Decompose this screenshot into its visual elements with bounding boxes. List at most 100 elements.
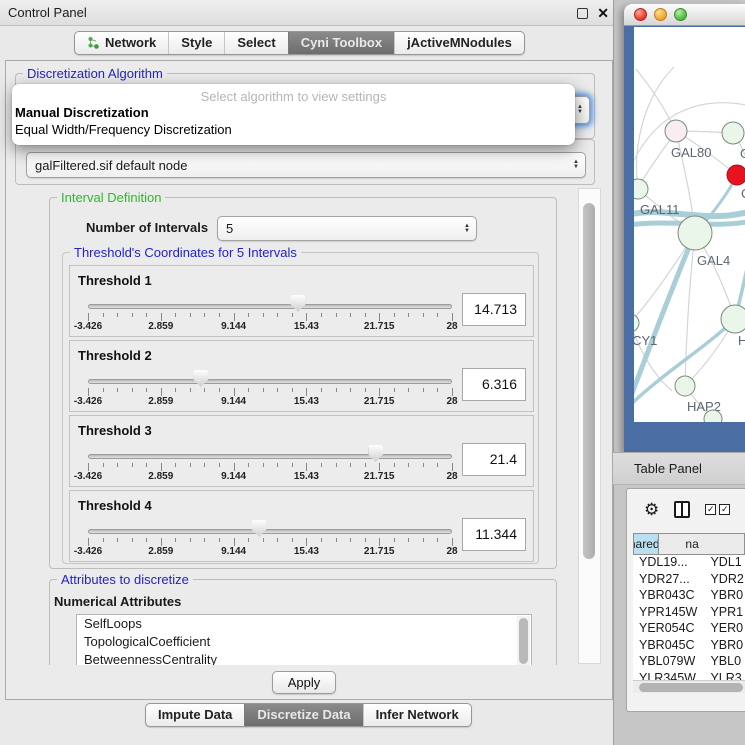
network-view-window: GAL80GACGAL11GAL4GCY1HHAP2	[624, 4, 745, 452]
table-data-group: Table Data galFiltered.sif default node …	[15, 139, 595, 185]
node-table: shared... na YDL19...YDL1YDR27...YDR2YBR…	[633, 533, 745, 711]
settings-scroll-area: Interval Definition Number of Intervals …	[15, 187, 579, 665]
network-node-label: H	[738, 333, 745, 348]
threshold-label: Threshold 3	[78, 423, 152, 438]
group-title-attributes: Attributes to discretize	[57, 572, 193, 587]
slider-track[interactable]	[88, 379, 452, 384]
numerical-attributes-list[interactable]: SelfLoopsTopologicalCoefficientBetweenne…	[76, 614, 532, 665]
tab-label: Style	[181, 35, 212, 50]
panel-scrollbar[interactable]	[578, 188, 601, 664]
tab-cyni-toolbox[interactable]: Cyni Toolbox	[288, 32, 394, 54]
tab-label: Discretize Data	[257, 707, 350, 722]
close-traffic-light-icon[interactable]	[634, 8, 647, 21]
slider-tick-labels: -3.4262.8599.14415.4321.71528	[88, 546, 452, 558]
table-row[interactable]: YPR145WYPR1	[633, 605, 745, 622]
popup-item[interactable]: Manual Discretization	[12, 105, 575, 122]
table-row[interactable]: YER054CYER0	[633, 621, 745, 638]
zoom-traffic-light-icon[interactable]	[674, 8, 687, 21]
float-window-icon[interactable]	[577, 8, 588, 19]
slider-track[interactable]	[88, 454, 452, 459]
tab-style[interactable]: Style	[168, 32, 224, 54]
apply-button[interactable]: Apply	[272, 671, 336, 694]
network-graph: GAL80GACGAL11GAL4GCY1HHAP2	[634, 27, 745, 422]
table-header-row: shared... na	[633, 533, 745, 555]
tab-label: Select	[237, 35, 275, 50]
num-intervals-value: 5	[226, 221, 233, 236]
table-row[interactable]: YLR345WYLR3	[633, 671, 745, 681]
tab-jactivemnodules[interactable]: jActiveMNodules	[394, 32, 524, 54]
tab-impute-data[interactable]: Impute Data	[146, 704, 244, 726]
checkbox-icon[interactable]: ✓	[719, 504, 730, 515]
table-row[interactable]: YBR045CYBR0	[633, 638, 745, 655]
network-node[interactable]	[721, 305, 745, 333]
threshold-box: Threshold 2-3.4262.8599.14415.4321.71528…	[69, 340, 534, 412]
threshold-value-field[interactable]: 21.4	[462, 443, 526, 476]
attribute-list-item[interactable]: TopologicalCoefficient	[77, 633, 531, 651]
table-row[interactable]: YDL19...YDL1	[633, 555, 745, 572]
attributes-group: Attributes to discretize Numerical Attri…	[49, 579, 557, 665]
slider-thumb[interactable]	[252, 520, 267, 537]
group-title-thresholds: Threshold's Coordinates for 5 Intervals	[70, 245, 301, 260]
split-columns-icon[interactable]	[674, 501, 690, 518]
slider-thumb[interactable]	[193, 370, 208, 387]
tab-label: Cyni Toolbox	[301, 35, 382, 50]
cell-shared-name: YER054C	[633, 621, 702, 638]
network-node[interactable]	[665, 120, 687, 142]
interval-definition-group: Interval Definition Number of Intervals …	[49, 197, 557, 569]
gear-icon[interactable]: ⚙	[644, 501, 659, 518]
network-node[interactable]	[634, 314, 639, 332]
algorithm-dropdown-popup: Select algorithm to view settings Manual…	[12, 84, 575, 145]
tab-network[interactable]: Network	[75, 32, 168, 54]
threshold-value-field[interactable]: 11.344	[462, 518, 526, 551]
attribute-list-item[interactable]: BetweennessCentrality	[77, 651, 531, 665]
slider-track[interactable]	[88, 304, 452, 309]
table-row[interactable]: YBL079WYBL0	[633, 654, 745, 671]
top-tab-bar: Network Style Select Cyni Toolbox jActiveMNo…	[74, 31, 525, 55]
slider-thumb[interactable]	[291, 295, 306, 312]
slider-tick-labels: -3.4262.8599.14415.4321.71528	[88, 396, 452, 408]
popup-item[interactable]: Equal Width/Frequency Discretization	[12, 122, 575, 139]
slider-tick-labels: -3.4262.8599.14415.4321.71528	[88, 321, 452, 333]
threshold-value-field[interactable]: 6.316	[462, 368, 526, 401]
control-panel: Control Panel ✕ Network Style Select Cyni T…	[0, 0, 617, 745]
network-canvas[interactable]: GAL80GACGAL11GAL4GCY1HHAP2	[634, 27, 745, 422]
network-node-label: GA	[740, 146, 745, 161]
table-data-combo[interactable]: galFiltered.sif default node ▲▼	[26, 152, 586, 178]
threshold-box: Threshold 4 -3.4262.8599.14415.4321.71528…	[69, 490, 534, 562]
threshold-box: Threshold 3-3.4262.8599.14415.4321.71528…	[69, 415, 534, 487]
cell-shared-name: YLR345W	[633, 671, 702, 681]
network-node-label: GCY1	[634, 333, 657, 348]
threshold-box: Threshold 1-3.4262.8599.14415.4321.71528…	[69, 265, 534, 337]
column-header-shared-name[interactable]: shared...	[633, 533, 659, 555]
tab-select[interactable]: Select	[224, 32, 287, 54]
close-icon[interactable]: ✕	[597, 6, 609, 20]
checkbox-icon[interactable]: ✓	[705, 504, 716, 515]
table-horizontal-scrollbar[interactable]	[633, 680, 745, 693]
network-node[interactable]	[722, 122, 744, 144]
thresholds-group: Threshold's Coordinates for 5 Intervals …	[62, 252, 539, 564]
network-node[interactable]	[678, 216, 712, 250]
threshold-label: Threshold 4	[78, 498, 152, 513]
combo-stepper-icon: ▲▼	[577, 105, 583, 115]
threshold-value-field[interactable]: 14.713	[462, 293, 526, 326]
num-intervals-label: Number of Intervals	[86, 220, 208, 235]
column-header-name[interactable]: na	[659, 533, 745, 555]
num-intervals-combo[interactable]: 5 ▲▼	[217, 216, 477, 241]
table-row[interactable]: YDR27...YDR2	[633, 572, 745, 589]
tab-discretize-data[interactable]: Discretize Data	[244, 704, 362, 726]
attribute-list-item[interactable]: SelfLoops	[77, 615, 531, 633]
popup-hint: Select algorithm to view settings	[12, 87, 575, 105]
network-node[interactable]	[675, 376, 695, 396]
cell-name: YBR0	[702, 638, 745, 655]
control-panel-titlebar: Control Panel ✕	[0, 0, 617, 26]
list-scrollbar[interactable]	[517, 616, 530, 665]
network-window-titlebar	[624, 4, 745, 26]
tab-infer-network[interactable]: Infer Network	[363, 704, 471, 726]
network-node[interactable]	[727, 165, 745, 185]
table-row[interactable]: YBR043CYBR0	[633, 588, 745, 605]
minimize-traffic-light-icon[interactable]	[654, 8, 667, 21]
panel-title: Control Panel	[8, 5, 87, 20]
slider-thumb[interactable]	[368, 445, 383, 462]
slider-track[interactable]	[88, 529, 452, 534]
cell-name: YBL0	[702, 654, 745, 671]
